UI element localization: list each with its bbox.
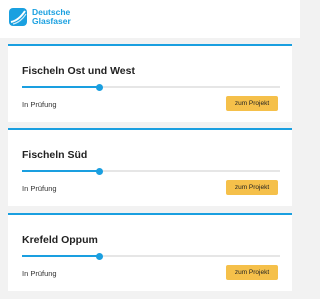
progress-track [22,167,280,175]
progress-fill [22,86,100,88]
project-card: Fischeln Ost und West In Prüfung zum Pro… [8,44,292,122]
project-card: Krefeld Oppum In Prüfung zum Projekt [8,213,292,291]
logo-icon [9,8,27,26]
progress-fill [22,170,100,172]
progress-track [22,252,280,260]
progress-dot [95,167,103,175]
zum-projekt-button[interactable]: zum Projekt [226,180,278,195]
zum-projekt-button[interactable]: zum Projekt [226,96,278,111]
status-text: In Prüfung [22,100,57,109]
zum-projekt-button[interactable]: zum Projekt [226,265,278,280]
progress-dot [95,252,103,260]
progress-dot [95,83,103,91]
project-card: Fischeln Süd In Prüfung zum Projekt [8,128,292,206]
logo[interactable]: Deutsche Glasfaser [9,8,71,26]
header: Deutsche Glasfaser [0,0,300,38]
project-title: Krefeld Oppum [22,234,98,246]
project-title: Fischeln Süd [22,149,88,161]
progress-track [22,83,280,91]
status-text: In Prüfung [22,269,57,278]
logo-text-line2: Glasfaser [32,16,71,26]
status-text: In Prüfung [22,184,57,193]
project-title: Fischeln Ost und West [22,65,135,77]
progress-fill [22,255,100,257]
